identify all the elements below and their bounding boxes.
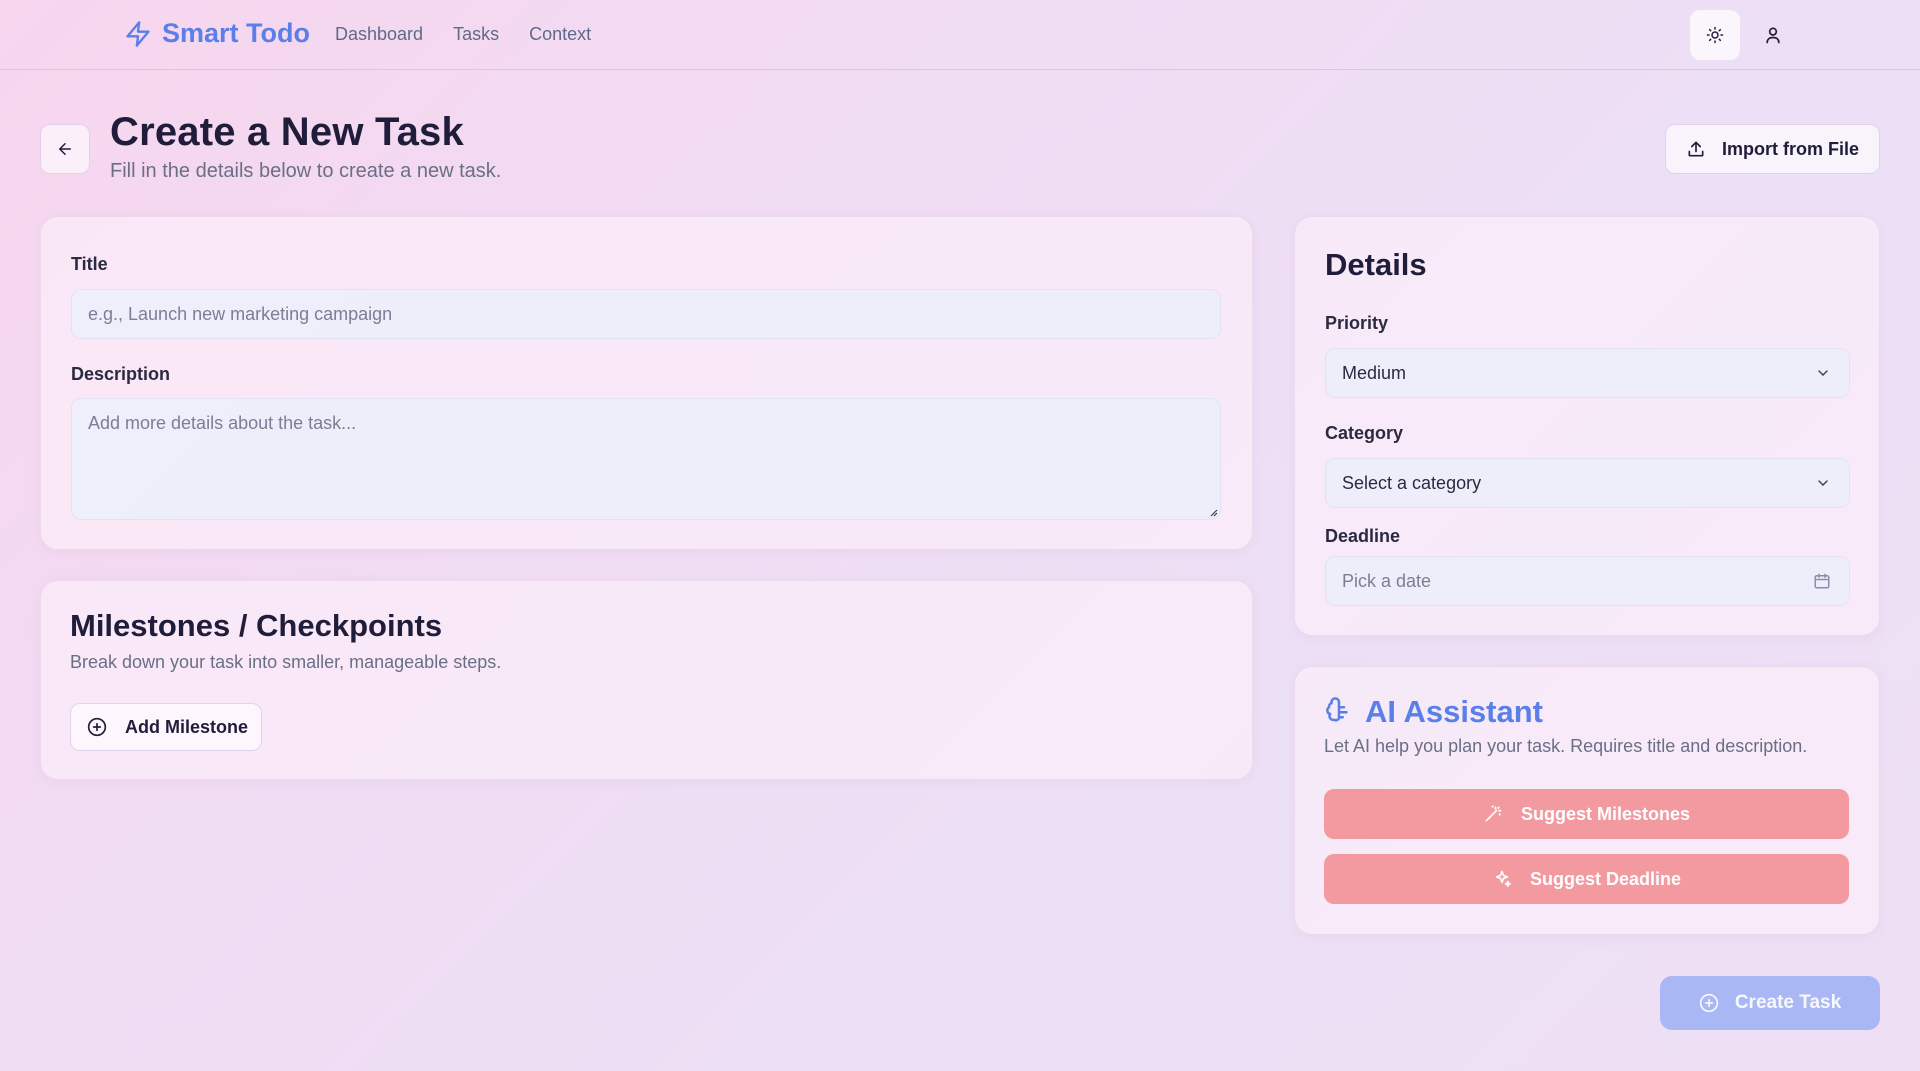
ai-assistant-heading: AI Assistant bbox=[1365, 694, 1544, 729]
create-task-button[interactable]: Create Task bbox=[1660, 976, 1880, 1030]
wand-icon bbox=[1483, 804, 1503, 824]
suggest-milestones-button[interactable]: Suggest Milestones bbox=[1324, 789, 1849, 839]
category-placeholder: Select a category bbox=[1342, 472, 1482, 493]
category-select[interactable]: Select a category bbox=[1325, 458, 1850, 508]
zap-icon bbox=[124, 19, 152, 49]
priority-select[interactable]: Medium bbox=[1325, 348, 1850, 398]
add-milestone-label: Add Milestone bbox=[125, 716, 249, 737]
deadline-label: Deadline bbox=[1325, 526, 1401, 546]
category-label: Category bbox=[1325, 423, 1404, 443]
suggest-milestones-label: Suggest Milestones bbox=[1520, 803, 1691, 824]
sun-icon bbox=[1706, 26, 1724, 44]
add-milestone-button[interactable]: Add Milestone bbox=[70, 703, 262, 751]
brain-icon bbox=[1324, 696, 1354, 726]
task-form-card: Title e.g., Launch new marketing campaig… bbox=[40, 216, 1253, 550]
page-subtitle: Fill in the details below to create a ne… bbox=[110, 160, 502, 182]
ai-assistant-subtitle: Let AI help you plan your task. Requires… bbox=[1324, 736, 1808, 756]
theme-toggle-button[interactable] bbox=[1690, 10, 1740, 60]
user-icon bbox=[1763, 25, 1783, 45]
sparkles-icon bbox=[1492, 869, 1512, 889]
nav-link-tasks[interactable]: Tasks bbox=[453, 24, 499, 45]
deadline-picker[interactable]: Pick a date bbox=[1325, 556, 1850, 606]
deadline-placeholder: Pick a date bbox=[1342, 570, 1432, 591]
import-label: Import from File bbox=[1721, 138, 1859, 159]
priority-value: Medium bbox=[1342, 362, 1407, 383]
nav-links: Dashboard Tasks Context bbox=[335, 24, 591, 45]
upload-icon bbox=[1686, 139, 1706, 159]
suggest-deadline-label: Suggest Deadline bbox=[1529, 868, 1682, 889]
brand-name: Smart Todo bbox=[162, 18, 310, 48]
milestones-subtitle: Break down your task into smaller, manag… bbox=[70, 652, 502, 672]
plus-circle-icon bbox=[1699, 993, 1719, 1013]
details-card: Details Priority Medium Category Select … bbox=[1294, 216, 1880, 636]
arrow-left-icon bbox=[56, 140, 74, 158]
top-nav: Smart Todo Dashboard Tasks Context bbox=[0, 0, 1920, 70]
import-from-file-button[interactable]: Import from File bbox=[1665, 124, 1880, 174]
resize-handle-icon[interactable] bbox=[1208, 507, 1218, 517]
description-label: Description bbox=[71, 364, 171, 384]
create-task-label: Create Task bbox=[1734, 992, 1842, 1013]
chevron-down-icon bbox=[1815, 365, 1831, 381]
calendar-icon bbox=[1813, 572, 1831, 590]
nav-link-context[interactable]: Context bbox=[529, 24, 591, 45]
priority-label: Priority bbox=[1325, 313, 1389, 333]
milestones-heading: Milestones / Checkpoints bbox=[70, 608, 443, 643]
suggest-deadline-button[interactable]: Suggest Deadline bbox=[1324, 854, 1849, 904]
description-textarea[interactable]: Add more details about the task... bbox=[71, 398, 1221, 520]
title-input[interactable]: e.g., Launch new marketing campaign bbox=[71, 289, 1221, 339]
title-label: Title bbox=[71, 254, 108, 274]
brand-logo[interactable]: Smart Todo bbox=[124, 18, 310, 49]
user-menu-button[interactable] bbox=[1748, 10, 1798, 60]
nav-link-dashboard[interactable]: Dashboard bbox=[335, 24, 423, 45]
plus-circle-icon bbox=[87, 717, 107, 737]
page-title: Create a New Task bbox=[110, 110, 464, 154]
back-button[interactable] bbox=[40, 124, 90, 174]
chevron-down-icon bbox=[1815, 475, 1831, 491]
details-heading: Details bbox=[1325, 247, 1427, 282]
description-placeholder: Add more details about the task... bbox=[88, 413, 357, 433]
